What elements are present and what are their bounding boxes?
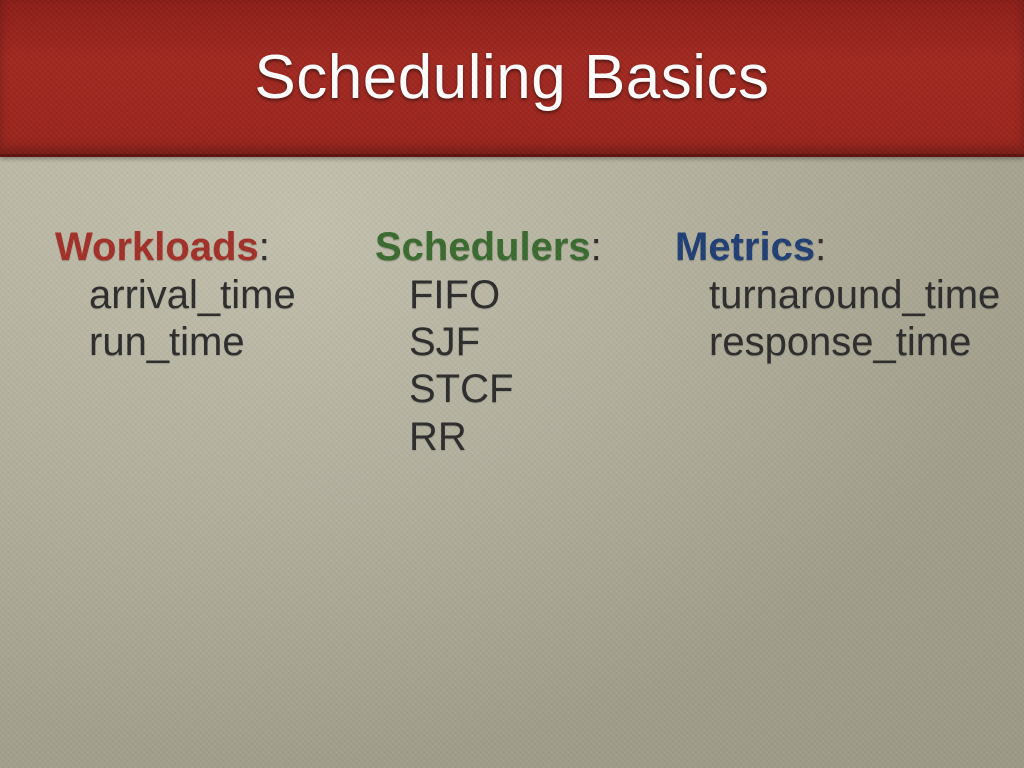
heading-metrics-colon: : [815,225,826,269]
heading-metrics-label: Metrics [675,225,815,269]
slide-title: Scheduling Basics [254,42,769,113]
heading-schedulers: Schedulers: [375,225,655,270]
slide: Scheduling Basics Workloads: arrival_tim… [0,0,1024,768]
column-metrics: Metrics: turnaround_time response_time [675,225,1015,461]
heading-workloads: Workloads: [55,225,355,270]
list-item: turnaround_time [675,272,1015,319]
column-workloads: Workloads: arrival_time run_time [55,225,355,461]
heading-workloads-colon: : [259,225,270,269]
content-area: Workloads: arrival_time run_time Schedul… [55,225,1004,461]
list-item: RR [375,414,655,461]
list-item: SJF [375,319,655,366]
list-item: arrival_time [55,272,355,319]
column-schedulers: Schedulers: FIFO SJF STCF RR [375,225,655,461]
heading-schedulers-label: Schedulers [375,225,591,269]
title-band: Scheduling Basics [0,0,1024,157]
list-item: response_time [675,319,1015,366]
heading-schedulers-colon: : [591,225,602,269]
list-item: FIFO [375,272,655,319]
heading-metrics: Metrics: [675,225,1015,270]
heading-workloads-label: Workloads [55,225,259,269]
list-item: run_time [55,319,355,366]
list-item: STCF [375,366,655,413]
